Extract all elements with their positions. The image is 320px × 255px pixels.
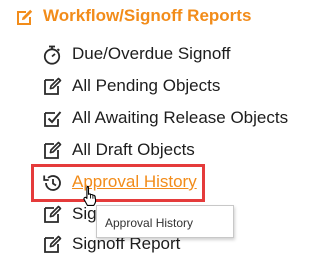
- checkbox-checked-icon: [44, 111, 62, 127]
- menu-item-approval-history[interactable]: Approval History: [0, 168, 280, 198]
- document-edit-icon: [44, 205, 62, 223]
- history-icon: [43, 175, 61, 191]
- menu-item-label: All Draft Objects: [72, 140, 195, 159]
- report-edit-icon: [17, 9, 33, 25]
- section-title: Workflow/Signoff Reports: [43, 6, 252, 25]
- menu-item-label: All Awaiting Release Objects: [72, 108, 289, 127]
- menu-item-label: All Pending Objects: [72, 76, 221, 95]
- menu-item-all-draft-objects[interactable]: All Draft Objects: [0, 136, 280, 166]
- document-edit-icon: [44, 235, 62, 253]
- menu-item-all-pending-objects[interactable]: All Pending Objects: [0, 72, 280, 102]
- menu-item-label: Due/Overdue Signoff: [72, 44, 231, 63]
- menu-item-all-awaiting-release-objects[interactable]: All Awaiting Release Objects: [0, 104, 288, 134]
- hand-cursor-icon: [83, 185, 97, 206]
- section-header[interactable]: Workflow/Signoff Reports: [0, 0, 280, 34]
- document-edit-icon: [44, 141, 62, 159]
- workflow-reports-panel: Workflow/Signoff Reports Due/Overdue Sig…: [0, 0, 288, 255]
- timer-icon: [43, 45, 61, 65]
- tooltip: Approval History: [96, 205, 234, 238]
- menu-item-due-overdue-signoff[interactable]: Due/Overdue Signoff: [0, 40, 280, 70]
- document-edit-icon: [44, 77, 62, 95]
